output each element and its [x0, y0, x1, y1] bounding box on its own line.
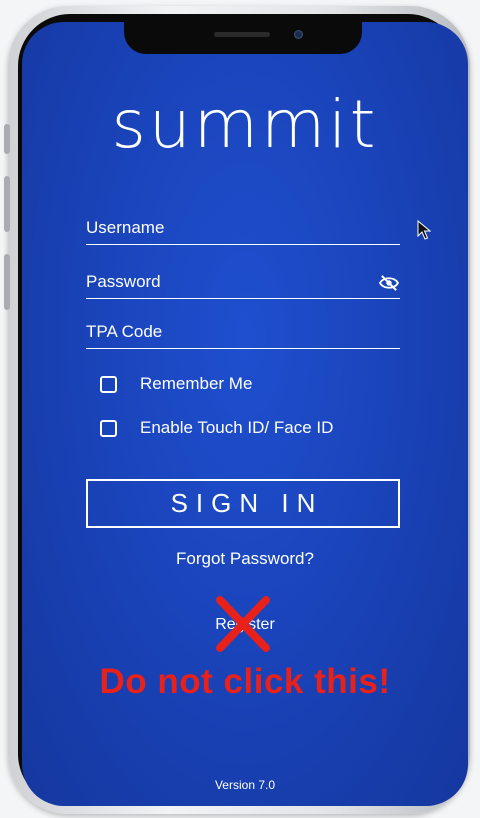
version-label: Version 7.0	[214, 778, 276, 792]
forgot-password-link[interactable]: Forgot Password?	[22, 549, 468, 569]
tpa-code-label: TPA Code	[86, 322, 163, 341]
remember-me-checkbox[interactable]	[100, 375, 117, 393]
remember-me-row[interactable]: Remember Me	[100, 372, 252, 396]
tpa-code-field[interactable]: TPA Code	[86, 314, 400, 349]
notch	[124, 22, 362, 54]
login-screen: summit Username Password TPA Code Rememb…	[22, 22, 468, 806]
warning-annotation: Do not click this!	[99, 662, 391, 701]
touch-id-row[interactable]: Enable Touch ID/ Face ID	[100, 416, 333, 440]
username-label: Username	[86, 218, 165, 237]
password-field[interactable]: Password	[86, 264, 400, 299]
touch-id-checkbox[interactable]	[100, 419, 117, 437]
sign-in-button[interactable]: SIGN IN	[86, 479, 400, 528]
speaker-grille	[214, 32, 270, 37]
app-logo: summit	[111, 86, 379, 163]
username-field[interactable]: Username	[86, 210, 400, 245]
silent-switch	[4, 124, 10, 154]
password-label: Password	[86, 272, 161, 291]
red-x-icon	[216, 596, 270, 652]
eye-slash-icon[interactable]	[378, 274, 400, 292]
mouse-cursor-icon	[417, 220, 431, 240]
volume-up-button	[4, 176, 10, 232]
touch-id-label: Enable Touch ID/ Face ID	[140, 418, 334, 437]
volume-down-button	[4, 254, 10, 310]
remember-me-label: Remember Me	[140, 374, 253, 393]
camera-icon	[294, 30, 303, 39]
